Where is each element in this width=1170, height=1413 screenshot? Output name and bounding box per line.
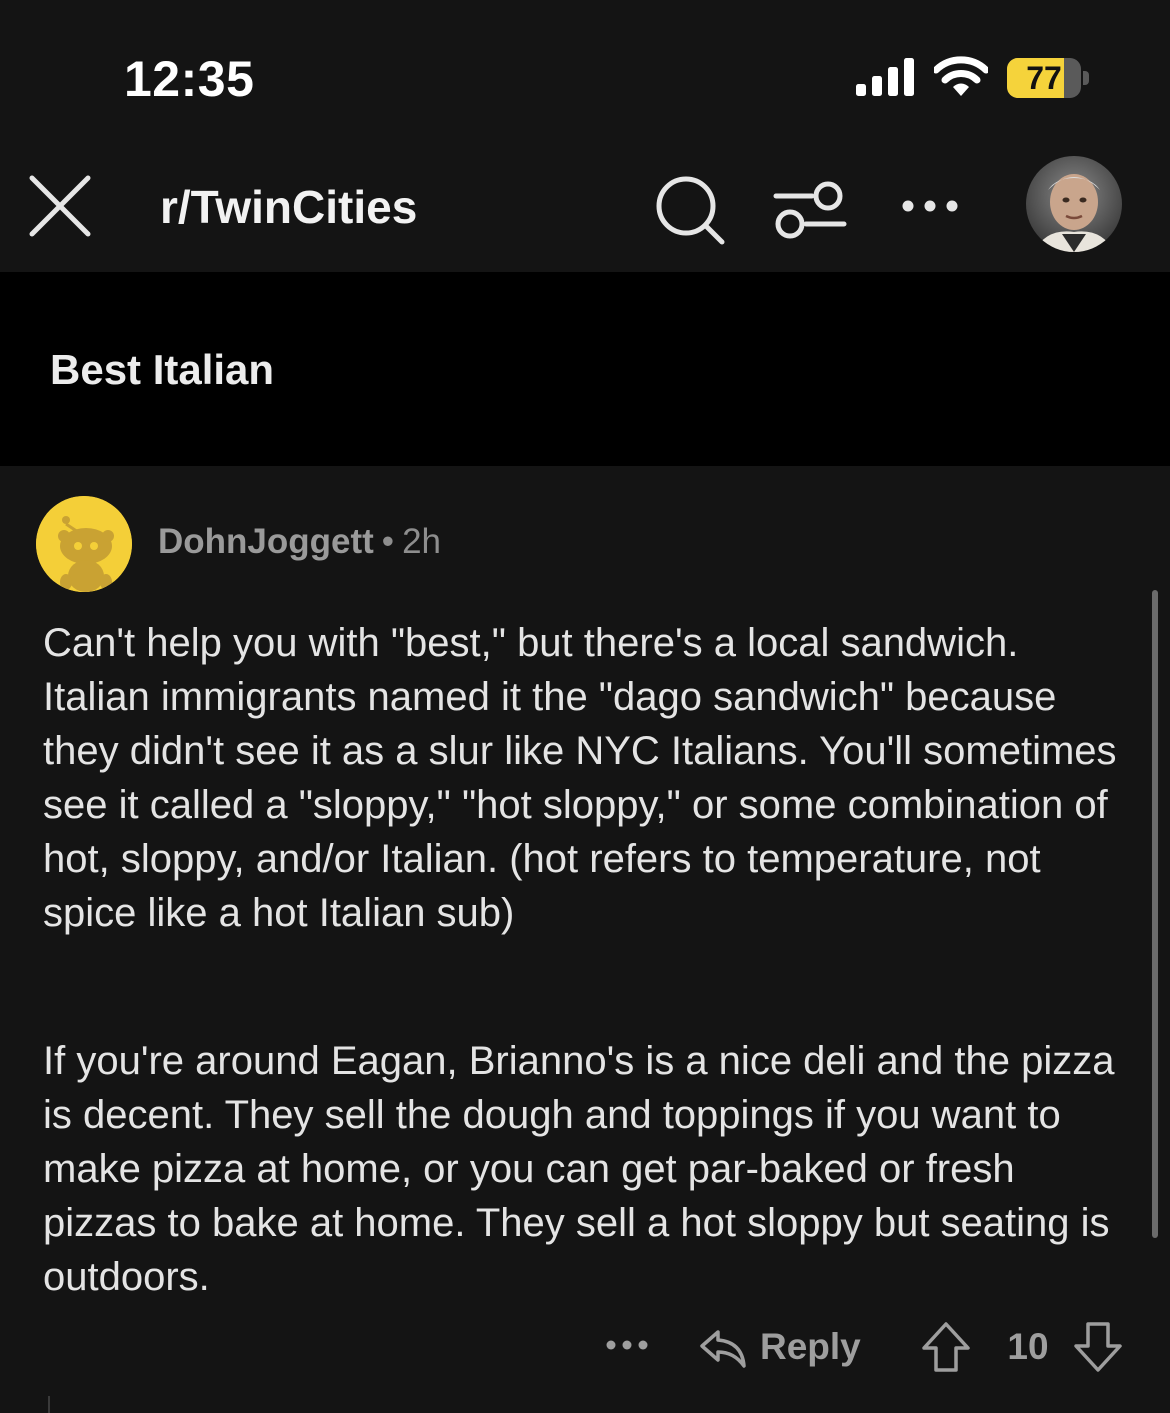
post-header: Best Italian <box>0 272 1170 466</box>
comment-actions: Reply 10 <box>0 1312 1170 1382</box>
reply-icon <box>700 1330 746 1368</box>
battery-body: 77 <box>1007 58 1081 98</box>
snoo-avatar-icon[interactable] <box>36 496 132 592</box>
battery-icon: 77 <box>1007 58 1089 98</box>
thread-line <box>48 1396 50 1413</box>
downvote-icon[interactable] <box>1072 1320 1124 1374</box>
nav-bar: r/TwinCities <box>0 150 1170 272</box>
reply-label: Reply <box>760 1326 861 1367</box>
battery-level: 77 <box>1026 60 1062 96</box>
comment-paragraph: Can't help you with "best," but there's … <box>43 621 1117 935</box>
vote-count: 10 <box>1007 1326 1049 1367</box>
comment-more-icon[interactable] <box>604 1330 650 1360</box>
comment-author[interactable]: DohnJoggett <box>158 522 374 561</box>
cellular-signal-icon <box>856 58 914 96</box>
comment-paragraph: If you're around Eagan, Brianno's is a n… <box>43 1039 1115 1299</box>
status-time: 12:35 <box>124 51 255 107</box>
wifi-icon <box>934 56 988 96</box>
close-icon[interactable] <box>24 170 96 242</box>
filter-icon[interactable] <box>772 176 848 242</box>
upvote-icon[interactable] <box>920 1320 972 1374</box>
user-avatar[interactable] <box>1026 156 1122 252</box>
reply-button[interactable]: Reply <box>698 1318 861 1376</box>
status-bar: 12:35 77 <box>0 0 1170 150</box>
battery-cap <box>1083 71 1089 85</box>
more-icon[interactable] <box>896 186 964 226</box>
post-title[interactable]: Best Italian <box>50 346 274 394</box>
scrollbar[interactable] <box>1152 590 1158 1238</box>
comment-meta: DohnJoggett • 2h <box>158 522 441 562</box>
search-icon[interactable] <box>652 172 728 248</box>
meta-separator: • <box>381 522 395 561</box>
comment-age: 2h <box>402 522 441 561</box>
comment: DohnJoggett • 2h Can't help you with "best… <box>0 466 1170 1413</box>
subreddit-name[interactable]: r/TwinCities <box>160 180 417 234</box>
